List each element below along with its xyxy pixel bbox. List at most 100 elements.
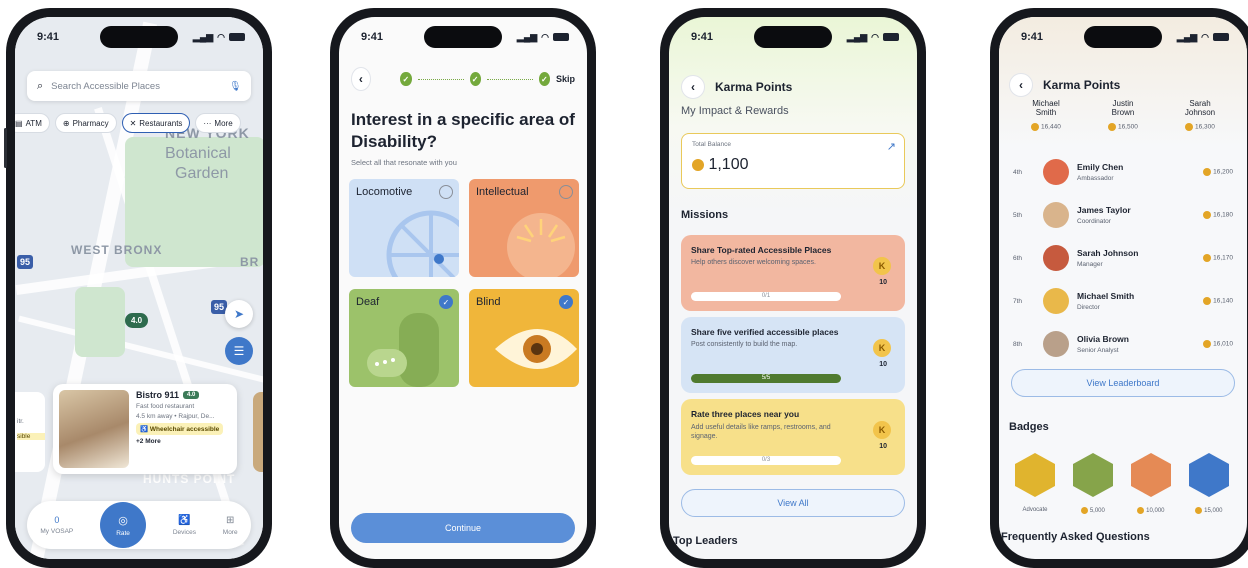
leader-name: James Taylor [1077,205,1131,215]
nav-label: Devices [172,528,196,536]
nav-devices[interactable]: ♿ Devices [173,515,196,536]
skip-link[interactable]: Skip [556,74,575,84]
leader-points: 16,140 [1203,297,1233,305]
first-name: Michael [1032,99,1060,108]
podium-entry[interactable]: Michael Smith 16,440 [1011,99,1081,131]
tile-label: Intellectual [476,186,529,198]
search-bar[interactable]: ⌕ Search Accessible Places 🎙 [27,71,251,101]
chip-atm[interactable]: ▤ ATM [15,113,50,133]
points: 16,140 [1213,297,1233,305]
badge-5000-icon[interactable] [1073,453,1113,497]
more-features-link[interactable]: +2 More [136,438,223,445]
search-input[interactable]: Search Accessible Places [51,81,221,92]
points: 16,440 [1040,123,1061,131]
section-title: My Impact & Rewards [681,105,789,117]
badge-15000-icon[interactable] [1189,453,1229,497]
place-card[interactable]: Bistro 911 4.0 Fast food restaurant 4.5 k… [53,384,237,474]
avatar [1043,288,1069,314]
nav-label: My VOSAP [40,528,74,535]
podium-entry[interactable]: Justin Brown 16,500 [1088,99,1158,131]
tile-locomotive[interactable]: Locomotive [349,179,459,277]
faq-title[interactable]: Frequently Asked Questions [1001,531,1150,543]
mission-card[interactable]: Share Top-rated Accessible Places Help o… [681,235,905,311]
nav-more[interactable]: ⊞ More [223,515,238,536]
step-complete-icon: ✓ [469,72,481,86]
view-all-button[interactable]: View All [681,489,905,517]
leader-row[interactable]: 5th James Taylor Coordinator 16,180 [1013,196,1233,234]
phone-karma: 9:41 ▂▄▆ ◠ ‹ Karma Points My Impact & Rew… [660,8,926,568]
mission-card[interactable]: Share five verified accessible places Po… [681,317,905,393]
first-name: Justin [1112,99,1134,108]
coin-icon [1203,168,1212,176]
progress-text: 5/5 [761,375,771,381]
grid-icon: ⊞ [225,514,235,526]
back-button[interactable]: ‹ [1009,73,1033,97]
coin-icon [692,158,704,171]
map-label-area3: Garden [175,165,229,182]
tile-intellectual[interactable]: Intellectual [469,179,579,277]
place-type: Fast food restaurant [136,403,195,410]
tile-label: Blind [476,296,501,308]
trend-arrow-icon[interactable]: ↗ [887,140,896,153]
leader-points: 16,010 [1203,340,1233,348]
podium-entry[interactable]: Sarah Johnson 16,300 [1165,99,1235,131]
continue-button[interactable]: Continue [351,513,575,543]
podium: Michael Smith 16,440 Justin Brown 16,500 S… [1011,99,1235,131]
avatar [1043,202,1069,228]
points: 16,010 [1213,340,1233,348]
leader-row[interactable]: 8th Olivia Brown Senior Analyst 16,010 [1013,325,1233,363]
mission-title: Share Top-rated Accessible Places [691,245,832,255]
badge-advocate-icon[interactable] [1015,453,1055,497]
devices-icon: ♿ [178,514,191,526]
badge-threshold: 10,000 [1146,508,1165,515]
nav-label: More [222,528,238,536]
back-button[interactable]: ‹ [681,75,705,99]
locate-button[interactable]: ➤ [225,300,253,328]
coin-icon [1203,211,1212,219]
mission-card[interactable]: Rate three places near you Add useful de… [681,399,905,475]
nav-my-vosap[interactable]: 0 My VOSAP [40,515,73,535]
map-label-area6: HUNTS POINT [143,472,236,486]
badge-10000-icon[interactable] [1131,453,1171,497]
leader-role: Director [1077,304,1100,311]
map-label-area4: WEST BRONX [71,243,163,257]
phone-leaderboard: 9:41 ▂▄▆ ◠ ‹ Karma Points Michael Smith 16… [990,8,1248,568]
badge-label: 10,000 [1126,507,1176,514]
nav-rate[interactable]: ◎ Rate [100,502,147,548]
view-leaderboard-button[interactable]: View Leaderboard [1011,369,1235,397]
compass-icon: ◎ [118,514,128,527]
microphone-icon[interactable]: 🎙 [229,81,241,92]
badges-title: Badges [1009,421,1049,433]
map-pin[interactable]: 4.0 [125,313,149,328]
accessibility-badge: ♿ Wheelchair accessible [136,423,224,435]
signal-icon: ▂▄▆ [516,31,538,42]
chip-pharmacy[interactable]: ⊕ Pharmacy [54,113,117,133]
leader-row[interactable]: 4th Emily Chen Ambassador 16,200 [1013,153,1233,191]
peek-card-left[interactable]: itr. sible [15,392,45,472]
chip-restaurants[interactable]: ✕ Restaurants [121,113,191,133]
atm-icon: ▤ [15,118,23,128]
points: 16,200 [1213,168,1233,176]
tile-deaf[interactable]: Deaf ✓ [349,289,459,387]
interests-screen: 9:41 ▂▄▆ ◠ ‹ ✓ ✓ ✓ Skip Interest in a spe… [339,17,587,559]
tile-label: Locomotive [356,186,413,198]
back-button[interactable]: ‹ [351,67,371,91]
wifi-icon: ◠ [871,31,879,42]
status-time: 9:41 [37,31,60,43]
status-time: 9:41 [691,31,714,43]
signal-icon: ▂▄▆ [192,31,214,42]
chip-more[interactable]: ··· More [195,113,241,133]
leader-name: Michael Smith [1077,291,1135,301]
karma-coin-icon: K [873,339,891,357]
leader-row[interactable]: 7th Michael Smith Director 16,140 [1013,282,1233,320]
phone-map: NEW YORK Botanical Garden WEST BRONX BR … [4,8,272,568]
points-count: 0 [54,515,60,525]
tile-label: Deaf [356,296,380,308]
leader-row[interactable]: 6th Sarah Johnson Manager 16,170 [1013,239,1233,277]
list-view-button[interactable]: ☰ [225,337,253,365]
coin-icon [1185,123,1194,131]
peek-card-right[interactable] [253,392,263,472]
tile-blind[interactable]: Blind ✓ [469,289,579,387]
points: 16,500 [1117,123,1138,131]
balance-card[interactable]: Total Balance 1,100 ↗ [681,133,905,189]
